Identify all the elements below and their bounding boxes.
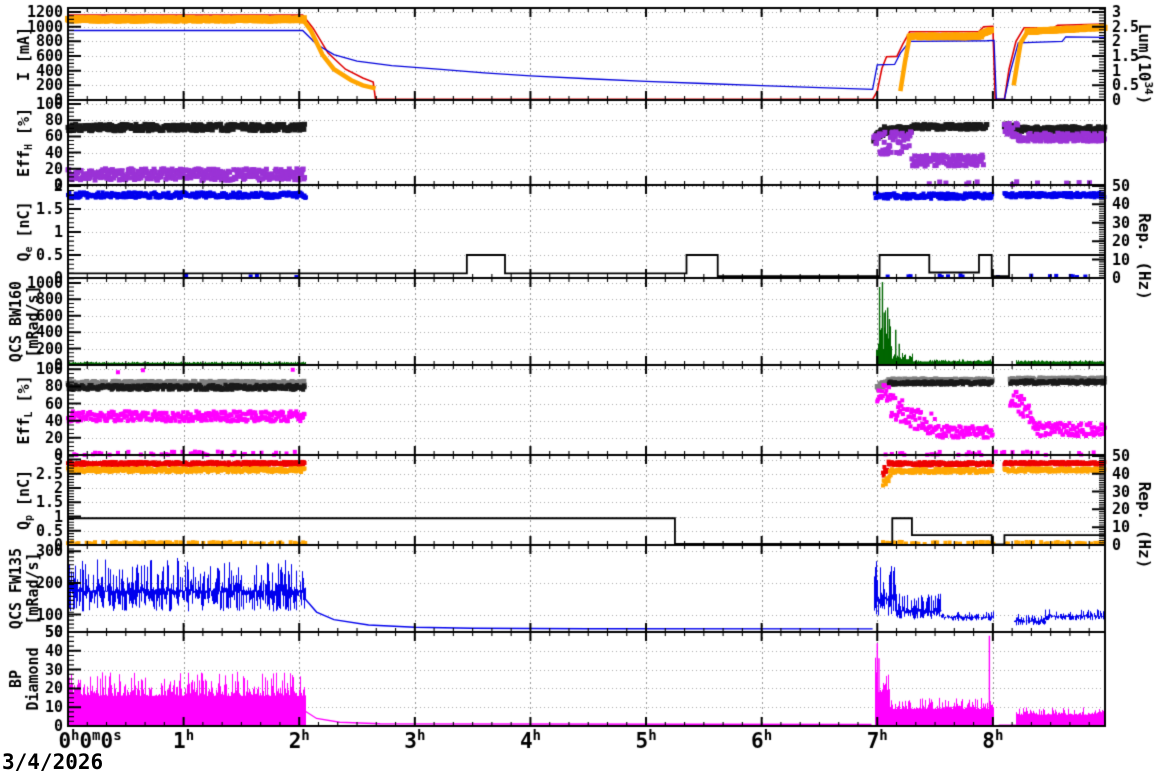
date-label: 3/4/2026 [2, 750, 104, 774]
beam-operation-monitor: 3/4/2026 [0, 0, 1172, 782]
timeseries-chart [0, 0, 1172, 782]
